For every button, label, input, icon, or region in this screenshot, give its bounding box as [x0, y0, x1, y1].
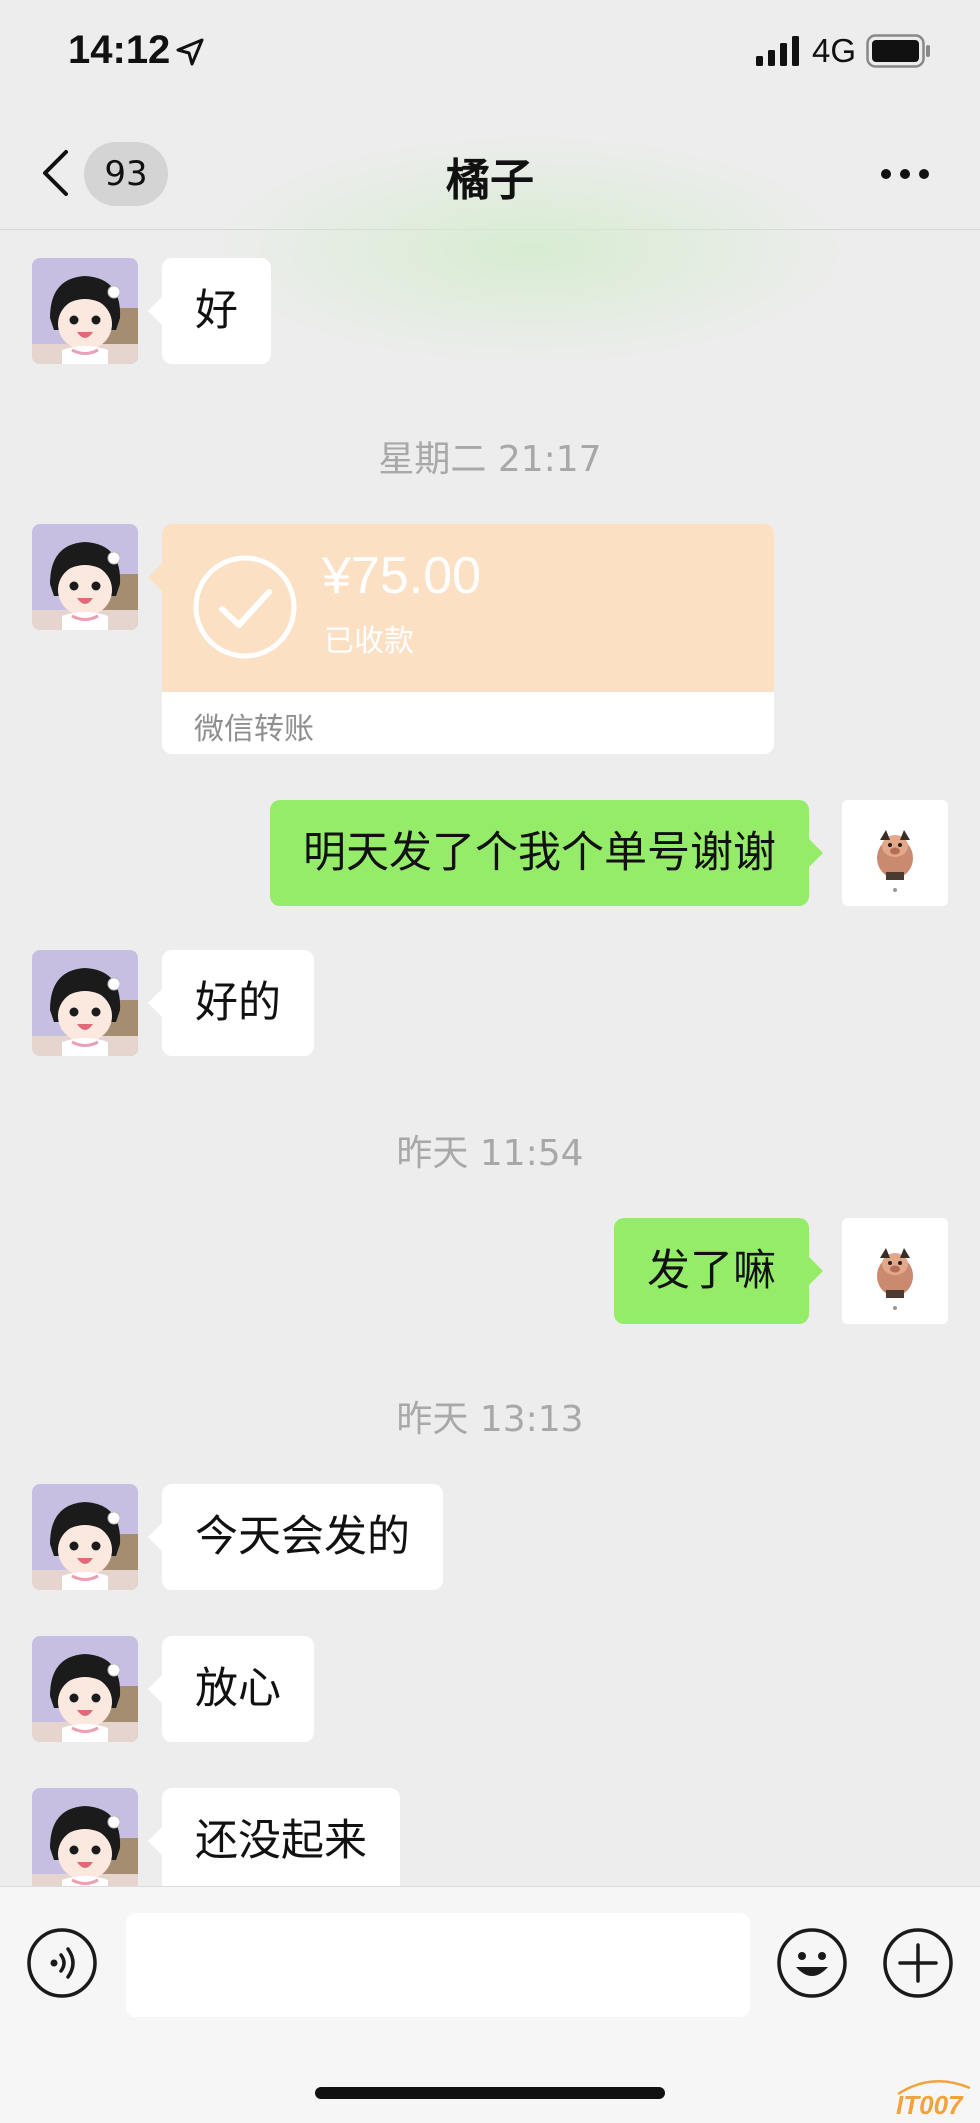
chat-title: 橘子 — [446, 155, 534, 206]
it007-watermark-logo: IT007 — [896, 2080, 971, 2120]
contact-avatar[interactable] — [32, 1636, 138, 1742]
checkmark-circle-icon — [193, 555, 297, 659]
transfer-card[interactable]: ¥75.00 已收款 微信转账 — [148, 524, 774, 754]
chevron-left-icon[interactable] — [40, 148, 70, 198]
status-bar: 14:12 4G — [0, 0, 980, 110]
message-bubble[interactable]: 放心 — [148, 1636, 314, 1742]
plus-icon[interactable] — [882, 1927, 954, 1999]
transfer-card-footer: 微信转账 — [162, 692, 774, 754]
message-timestamp: 星期二 21:17 — [378, 439, 602, 480]
message-bubble[interactable]: 发了嘛 — [614, 1218, 823, 1324]
unread-count-badge[interactable]: 93 — [84, 142, 168, 206]
message-bubble[interactable]: 好的 — [148, 950, 314, 1056]
network-label: 4G — [812, 32, 857, 69]
more-dots-icon[interactable] — [880, 168, 930, 180]
contact-avatar[interactable] — [32, 258, 138, 364]
voice-icon[interactable] — [26, 1927, 98, 1999]
message-bubble[interactable]: 好 — [148, 258, 271, 364]
message-input[interactable] — [126, 1913, 750, 2017]
message-bubble[interactable]: 明天发了个我个单号谢谢 — [270, 800, 823, 906]
transfer-status: 已收款 — [324, 624, 414, 659]
home-indicator[interactable] — [315, 2087, 665, 2099]
message-bubble[interactable]: 还没起来 — [148, 1788, 400, 1894]
contact-avatar[interactable] — [32, 1484, 138, 1590]
contact-avatar[interactable] — [32, 1788, 138, 1894]
message-bubble[interactable]: 今天会发的 — [148, 1484, 443, 1590]
battery-icon — [866, 34, 930, 68]
contact-avatar[interactable] — [32, 524, 138, 630]
user-avatar[interactable] — [842, 800, 948, 906]
svg-text:IT007: IT007 — [896, 2090, 964, 2120]
user-avatar[interactable] — [842, 1218, 948, 1324]
signal-bars-icon — [756, 36, 799, 66]
location-arrow-icon — [176, 38, 204, 66]
transfer-amount: ¥75.00 — [322, 547, 482, 605]
emoji-icon[interactable] — [776, 1927, 848, 1999]
status-time: 14:12 — [68, 28, 171, 72]
message-timestamp: 昨天 13:13 — [396, 1399, 584, 1440]
transfer-card-top: ¥75.00 已收款 — [162, 524, 774, 692]
transfer-label: 微信转账 — [194, 712, 314, 747]
nav-bar: 93 橘子 — [0, 110, 980, 370]
message-timestamp: 昨天 11:54 — [396, 1133, 584, 1174]
contact-avatar[interactable] — [32, 950, 138, 1056]
